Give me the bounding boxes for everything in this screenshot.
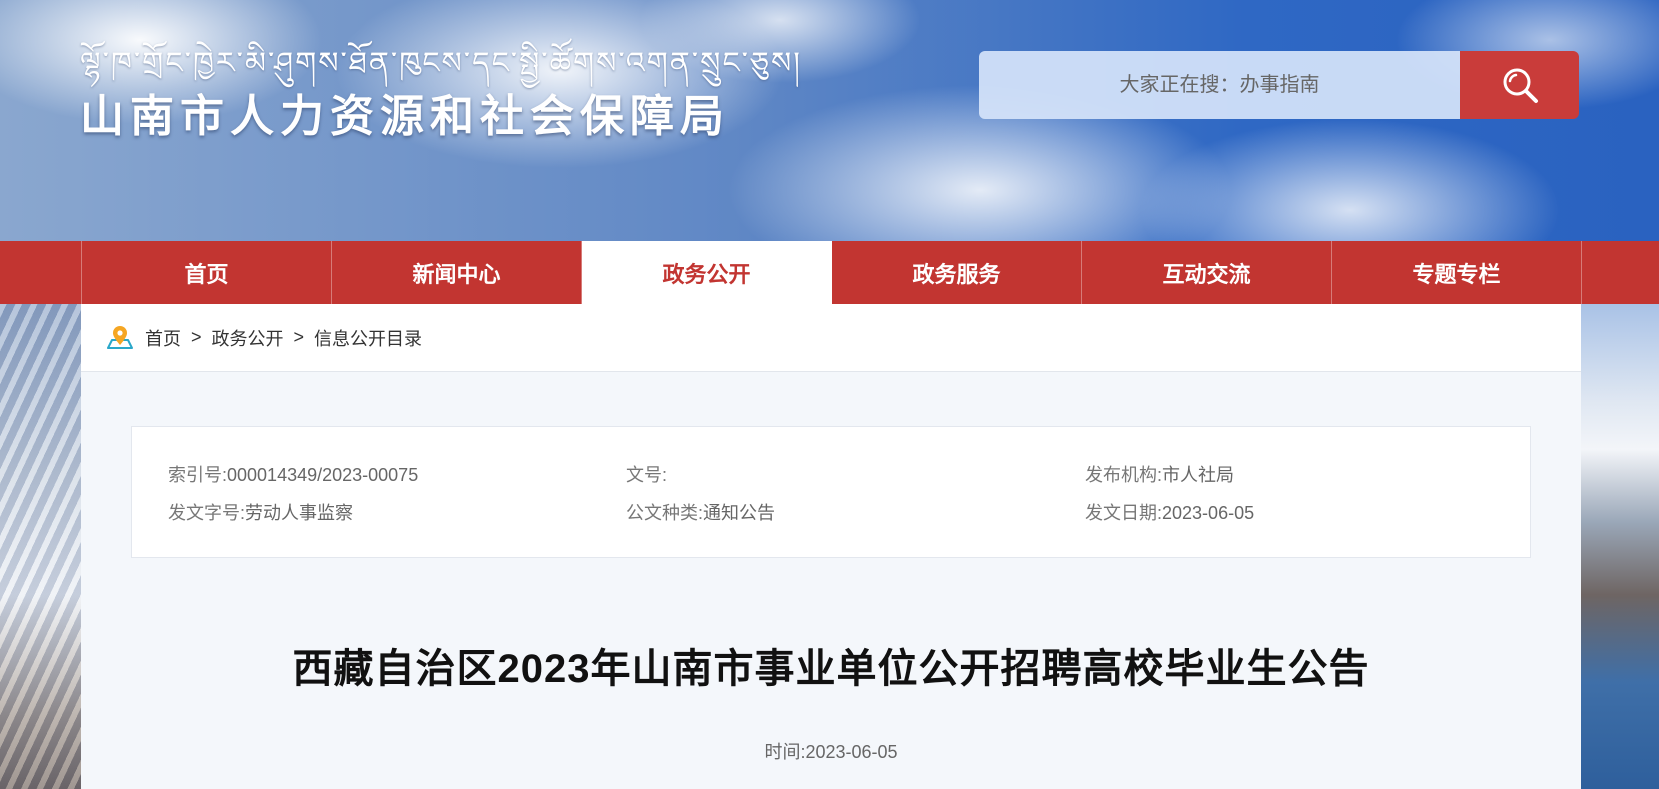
breadcrumb-gov-affairs-open[interactable]: 政务公开 (212, 325, 284, 351)
breadcrumb-info-catalog[interactable]: 信息公开目录 (314, 325, 422, 351)
main-nav: 首页 新闻中心 政务公开 政务服务 互动交流 专题专栏 (0, 241, 1659, 304)
breadcrumb-separator: > (191, 327, 202, 347)
search-button[interactable] (1460, 51, 1579, 119)
nav-item-home[interactable]: 首页 (82, 241, 332, 304)
nav-item-label: 政务公开 (662, 261, 751, 287)
search-icon (1499, 64, 1541, 106)
nav-item-label: 专题专栏 (1412, 261, 1501, 287)
meta-label: 文号: (626, 465, 668, 485)
document-meta-box: 索引号:000014349/2023-00075 文号: 发布机构:市人社局 发… (131, 426, 1531, 558)
nav-item-gov-affairs-open[interactable]: 政务公开 (582, 241, 832, 304)
article-time-label: 时间: (764, 742, 806, 762)
meta-value: 000014349/2023-00075 (227, 465, 419, 485)
nav-item-label: 互动交流 (1162, 261, 1251, 287)
location-pin-icon (105, 324, 135, 352)
article-time: 时间:2023-06-05 (81, 738, 1581, 764)
nav-item-gov-services[interactable]: 政务服务 (832, 241, 1082, 304)
content-panel: 首页 > 政务公开 > 信息公开目录 索引号:000014349/2023-00… (81, 304, 1581, 789)
breadcrumb-home[interactable]: 首页 (145, 325, 181, 351)
meta-label: 发文日期: (1085, 503, 1163, 523)
header-banner: ལྷོ་ཁ་གྲོང་ཁྱེར་མི་ཤུགས་ཐོན་ཁུངས་དང་སྤྱི… (0, 0, 1659, 241)
search-input[interactable] (979, 51, 1460, 119)
meta-label: 公文种类: (626, 503, 704, 523)
nav-item-label: 政务服务 (912, 261, 1001, 287)
meta-value: 2023-06-05 (1162, 503, 1255, 523)
background-scenery-right (1581, 304, 1659, 789)
breadcrumb-separator: > (293, 327, 305, 347)
search-bar (979, 51, 1579, 119)
meta-value: 通知公告 (703, 503, 776, 523)
background-scenery-left (0, 304, 81, 789)
site-title: 山南市人力资源和社会保障局 (80, 91, 730, 142)
nav-item-special-topics[interactable]: 专题专栏 (1332, 241, 1582, 304)
meta-label: 发布机构: (1085, 465, 1163, 485)
meta-label: 发文字号: (168, 503, 246, 523)
nav-item-news[interactable]: 新闻中心 (332, 241, 582, 304)
meta-issuer-code: 发文字号:劳动人事监察 (168, 499, 353, 525)
meta-value: 劳动人事监察 (245, 503, 354, 523)
meta-index-no: 索引号:000014349/2023-00075 (168, 461, 418, 487)
breadcrumb-bar: 首页 > 政务公开 > 信息公开目录 (81, 304, 1581, 372)
article-title: 西藏自治区2023年山南市事业单位公开招聘高校毕业生公告 (292, 647, 1370, 691)
nav-item-interaction[interactable]: 互动交流 (1082, 241, 1332, 304)
meta-issue-date: 发文日期:2023-06-05 (1085, 499, 1254, 525)
nav-item-label: 首页 (184, 261, 229, 287)
meta-publisher: 发布机构:市人社局 (1085, 461, 1234, 487)
meta-doc-type: 公文种类:通知公告 (626, 499, 775, 525)
meta-doc-no: 文号: (626, 461, 667, 487)
breadcrumb: 首页 > 政务公开 > 信息公开目录 (105, 324, 422, 352)
meta-value: 市人社局 (1162, 465, 1235, 485)
article-time-value: 2023-06-05 (805, 742, 898, 762)
meta-label: 索引号: (168, 465, 228, 485)
nav-item-label: 新闻中心 (412, 261, 501, 287)
